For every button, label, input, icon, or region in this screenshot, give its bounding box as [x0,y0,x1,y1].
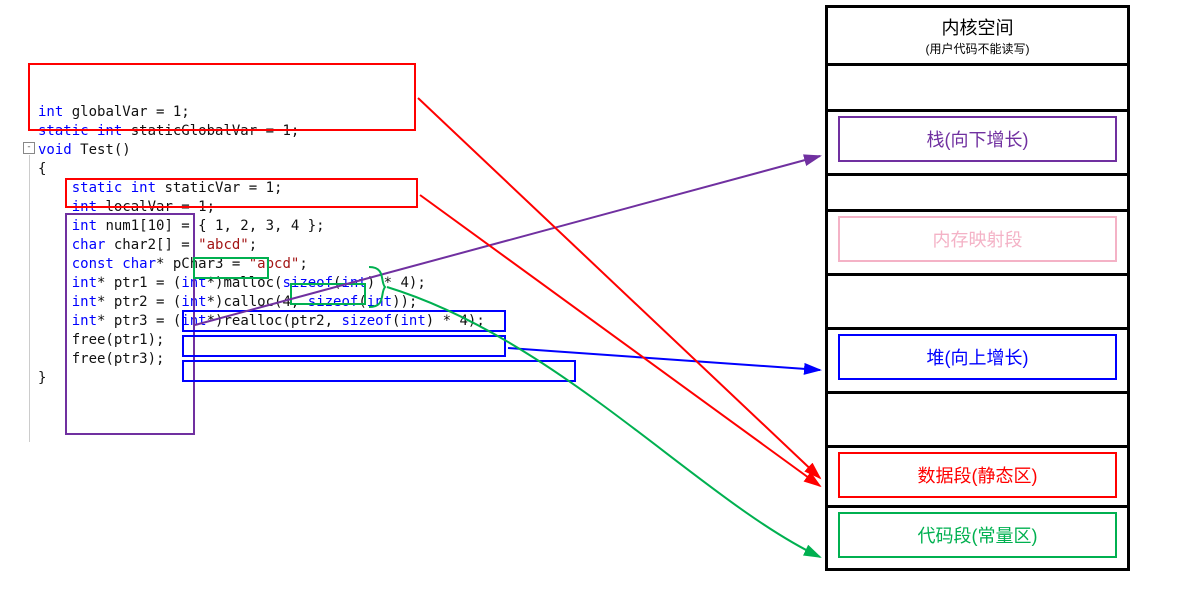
code-text: ) * 4); [426,313,485,329]
code-text: * ptr3 = ( [97,313,181,329]
code-kw: int [38,218,97,234]
mem-gap1 [828,66,1127,112]
code-text: *)calloc(4, [207,294,308,310]
code-kw: static int [38,180,156,196]
mem-gap2 [828,176,1127,212]
code-kw: static int [38,123,122,139]
code-text: * pChar3 = [156,256,249,272]
mem-kernel-title: 内核空间 [836,14,1119,40]
mem-gap4 [828,394,1127,448]
mem-code: 代码段(常量区) [828,508,1127,568]
code-block: int globalVar = 1; static int staticGlob… [38,84,485,388]
arrow-heap [508,348,820,370]
mem-gap3 [828,276,1127,330]
code-kw: int [181,294,206,310]
code-text: )); [392,294,417,310]
code-kw: void [38,142,72,158]
code-text: ( [358,294,366,310]
code-kw: sizeof [341,313,392,329]
gutter-line [29,155,30,442]
mem-kernel: 内核空间 (用户代码不能读写) [828,8,1127,66]
code-kw: int [38,199,97,215]
code-kw: int [400,313,425,329]
code-text: *)realloc(ptr2, [207,313,342,329]
code-text: ) * 4); [367,275,426,291]
code-string: "abcd" [198,237,249,253]
code-kw: sizeof [308,294,359,310]
code-text: ; [249,237,257,253]
mem-stack-label: 栈(向下增长) [838,116,1117,162]
code-text: char2[] = [105,237,198,253]
code-kw: int [341,275,366,291]
code-kw: int [367,294,392,310]
collapse-icon: - [23,142,35,154]
mem-kernel-sub: (用户代码不能读写) [836,40,1119,57]
code-text: { [38,161,46,177]
mem-mmap: 内存映射段 [828,212,1127,276]
code-kw: int [38,104,63,120]
code-kw: sizeof [282,275,333,291]
mem-heap: 堆(向上增长) [828,330,1127,394]
mem-stack: 栈(向下增长) [828,112,1127,176]
mem-mmap-label: 内存映射段 [838,216,1117,262]
code-text: free(ptr1); [38,332,164,348]
mem-heap-label: 堆(向上增长) [838,334,1117,380]
code-text: ; [299,256,307,272]
code-text: staticVar = 1; [156,180,282,196]
code-string: "abcd" [249,256,300,272]
code-text: *)malloc( [207,275,283,291]
code-kw: int [181,275,206,291]
code-text: localVar = 1; [97,199,215,215]
code-text: free(ptr3); [38,351,164,367]
code-text: Test() [72,142,131,158]
code-text: * ptr2 = ( [97,294,181,310]
memory-layout: 内核空间 (用户代码不能读写) 栈(向下增长) 内存映射段 堆(向上增长) 数据… [825,5,1130,571]
mem-code-label: 代码段(常量区) [838,512,1117,558]
code-kw: const char [38,256,156,272]
code-kw: int [181,313,206,329]
code-text: num1[10] = { 1, 2, 3, 4 }; [97,218,325,234]
code-text: globalVar = 1; [63,104,189,120]
code-kw: char [38,237,105,253]
code-text: } [38,370,46,386]
code-kw: int [38,275,97,291]
code-text: staticGlobalVar = 1; [122,123,299,139]
mem-data: 数据段(静态区) [828,448,1127,508]
mem-data-label: 数据段(静态区) [838,452,1117,498]
code-kw: int [38,313,97,329]
code-text: * ptr1 = ( [97,275,181,291]
code-kw: int [38,294,97,310]
